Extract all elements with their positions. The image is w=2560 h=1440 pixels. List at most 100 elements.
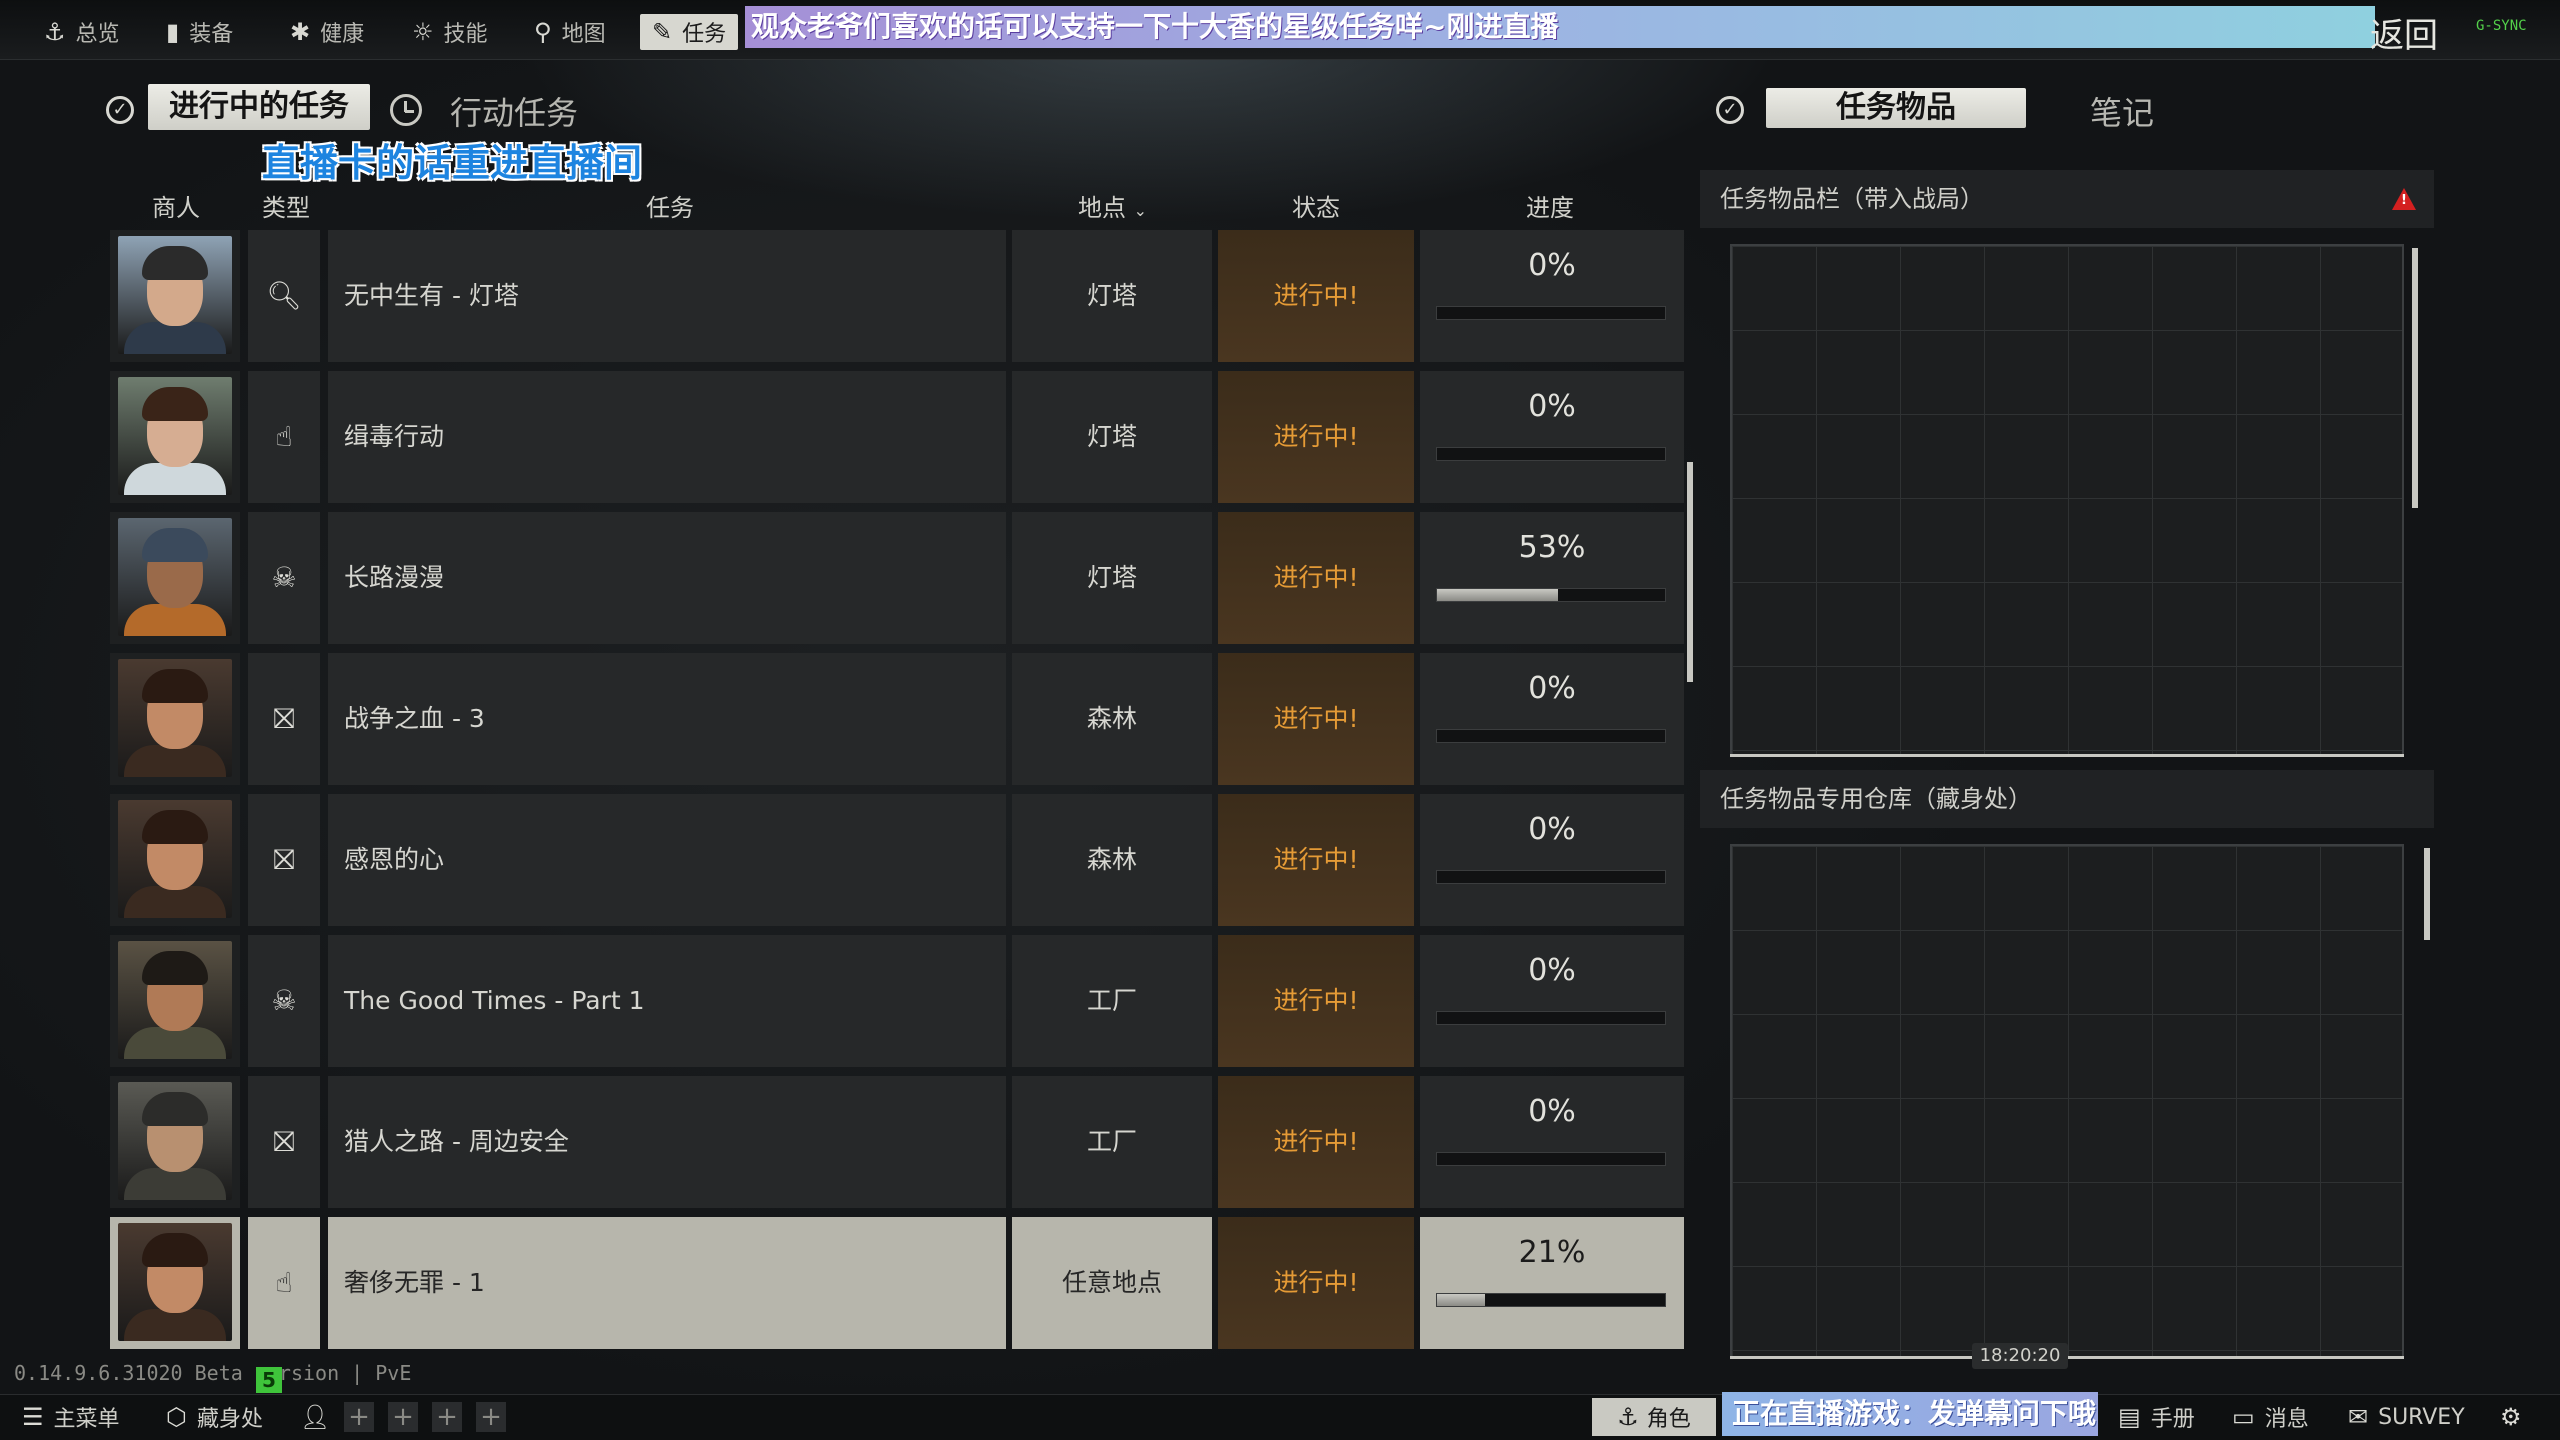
quest-name[interactable]: 长路漫漫 <box>328 512 1006 644</box>
header-quest[interactable]: 任务 <box>646 188 694 223</box>
nav-gear[interactable]: ▮ 装备 <box>166 14 233 50</box>
stash-scrollbar[interactable] <box>2424 848 2430 940</box>
inventory-scrollbar[interactable] <box>2412 248 2418 508</box>
trader-portrait <box>118 659 232 777</box>
nav-tasks[interactable]: ✎ 任务 <box>640 14 739 50</box>
quest-row[interactable]: ☝ 奢侈无罪 - 1 任意地点 进行中! 21% <box>108 1217 1684 1353</box>
exit-icon: ⛝ <box>273 1125 295 1158</box>
quest-name[interactable]: 猎人之路 - 周边安全 <box>328 1076 1006 1208</box>
add-slot-button[interactable]: + <box>476 1402 506 1432</box>
vest-icon: ▮ <box>166 18 180 46</box>
quest-row[interactable]: ☠ 长路漫漫 灯塔 进行中! 53% <box>108 512 1684 648</box>
quest-progress-cell: 53% <box>1420 512 1684 644</box>
hideout-icon: ⬡ <box>166 1403 187 1431</box>
quest-row[interactable]: ☝ 缉毒行动 灯塔 进行中! 0% <box>108 371 1684 507</box>
header-status[interactable]: 状态 <box>1292 188 1340 223</box>
header-type[interactable]: 类型 <box>262 188 310 223</box>
main-menu-button[interactable]: ☰ 主菜单 <box>22 1400 120 1434</box>
trader-portrait <box>118 1082 232 1200</box>
quest-progress-percent: 0% <box>1528 953 1576 988</box>
quest-row[interactable]: ☠ The Good Times - Part 1 工厂 进行中! 0% <box>108 935 1684 1071</box>
quest-progress-cell: 21% <box>1420 1217 1684 1349</box>
tab-notes[interactable]: 笔记 <box>2090 88 2154 134</box>
quest-location: 工厂 <box>1012 935 1212 1067</box>
hand-icon: ☝ <box>275 1266 293 1299</box>
quest-stash-grid[interactable] <box>1730 844 2404 1358</box>
messages-button[interactable]: ▭ 消息 <box>2232 1400 2309 1434</box>
quest-progress-percent: 21% <box>1518 1235 1586 1270</box>
quest-row[interactable]: ⛝ 感恩的心 森林 进行中! 0% <box>108 794 1684 930</box>
nav-map[interactable]: ⚲ 地图 <box>534 14 606 50</box>
quest-status: 进行中! <box>1218 371 1414 503</box>
add-slot-button[interactable]: + <box>388 1402 418 1432</box>
header-location[interactable]: 地点 ⌄ <box>1078 188 1147 223</box>
handbook-button[interactable]: ▤ 手册 <box>2118 1400 2195 1434</box>
quest-name[interactable]: The Good Times - Part 1 <box>328 935 1006 1067</box>
gear-icon: ⚙ <box>2500 1403 2522 1431</box>
tab-action-quests[interactable]: 行动任务 <box>450 88 578 134</box>
inventory-grid-bottom-line <box>1730 754 2404 757</box>
trader-portrait-cell <box>110 512 240 644</box>
menu-icon: ☰ <box>22 1403 44 1431</box>
nav-health[interactable]: ✱ 健康 <box>290 14 364 50</box>
quest-row[interactable]: ⛝ 猎人之路 - 周边安全 工厂 进行中! 0% <box>108 1076 1684 1212</box>
quest-inventory-grid[interactable] <box>1730 244 2404 756</box>
anchor-icon: ⚓ <box>44 18 66 46</box>
portrait-body <box>124 604 226 636</box>
quest-progress-cell: 0% <box>1420 230 1684 362</box>
hideout-button[interactable]: ⬡ 藏身处 <box>166 1400 263 1434</box>
quest-row[interactable]: 🔍︎ 无中生有 - 灯塔 灯塔 进行中! 0% <box>108 230 1684 366</box>
quest-progress-cell: 0% <box>1420 1076 1684 1208</box>
handbook-icon: ▤ <box>2118 1403 2141 1431</box>
main-menu-label: 主菜单 <box>53 1407 120 1432</box>
quest-name[interactable]: 缉毒行动 <box>328 371 1006 503</box>
tab-quest-items[interactable]: 任务物品 <box>1766 88 2026 128</box>
quest-progress-bar <box>1436 729 1666 743</box>
tab-active-quests[interactable]: 进行中的任务 <box>148 84 370 130</box>
nav-tasks-label: 任务 <box>682 22 727 47</box>
portrait-hair <box>142 951 208 985</box>
quest-progress-cell: 0% <box>1420 794 1684 926</box>
character-button[interactable]: ⚓ 角色 <box>1592 1398 1716 1436</box>
portrait-hair <box>142 528 208 562</box>
header-progress[interactable]: 进度 <box>1526 188 1574 223</box>
settings-button[interactable]: ⚙ <box>2500 1400 2522 1434</box>
clock-time: 18:20:20 <box>1972 1343 2068 1369</box>
quest-progress-bar <box>1436 588 1666 602</box>
trader-portrait <box>118 236 232 354</box>
messages-icon: ▭ <box>2232 1403 2255 1431</box>
header-location-label: 地点 <box>1078 194 1126 222</box>
quest-name[interactable]: 战争之血 - 3 <box>328 653 1006 785</box>
quest-name[interactable]: 奢侈无罪 - 1 <box>328 1217 1006 1349</box>
quest-progress-fill <box>1437 589 1558 601</box>
tasks-icon: ✎ <box>652 18 673 46</box>
nav-skills[interactable]: ☼ 技能 <box>412 14 488 50</box>
trader-portrait-cell <box>110 794 240 926</box>
header-trader[interactable]: 商人 <box>152 188 200 223</box>
back-button[interactable]: 返回 <box>2370 8 2438 57</box>
quest-row[interactable]: ⛝ 战争之血 - 3 森林 进行中! 0% <box>108 653 1684 789</box>
quest-name[interactable]: 感恩的心 <box>328 794 1006 926</box>
portrait-body <box>124 886 226 918</box>
portrait-body <box>124 322 226 354</box>
nav-skills-label: 技能 <box>443 22 488 47</box>
add-slot-button[interactable]: + <box>344 1402 374 1432</box>
add-slot-button[interactable]: + <box>432 1402 462 1432</box>
quest-progress-bar <box>1436 1011 1666 1025</box>
quest-type-cell: ☠ <box>248 512 320 644</box>
quest-location: 灯塔 <box>1012 230 1212 362</box>
warning-icon: ! <box>2392 188 2416 210</box>
portrait-hair <box>142 387 208 421</box>
profile-button[interactable]: 👤︎ <box>300 1400 330 1434</box>
survey-button[interactable]: ✉ SURVEY <box>2348 1400 2465 1434</box>
trader-portrait <box>118 518 232 636</box>
trader-portrait-cell <box>110 1217 240 1349</box>
character-label: 角色 <box>1646 1407 1691 1432</box>
nav-overview[interactable]: ⚓ 总览 <box>44 14 120 50</box>
quest-name[interactable]: 无中生有 - 灯塔 <box>328 230 1006 362</box>
trader-portrait <box>118 1223 232 1341</box>
quest-list-scrollbar[interactable] <box>1687 462 1693 682</box>
search-icon: 🔍︎ <box>266 279 302 312</box>
quest-location: 工厂 <box>1012 1076 1212 1208</box>
map-pin-icon: ⚲ <box>534 18 552 46</box>
